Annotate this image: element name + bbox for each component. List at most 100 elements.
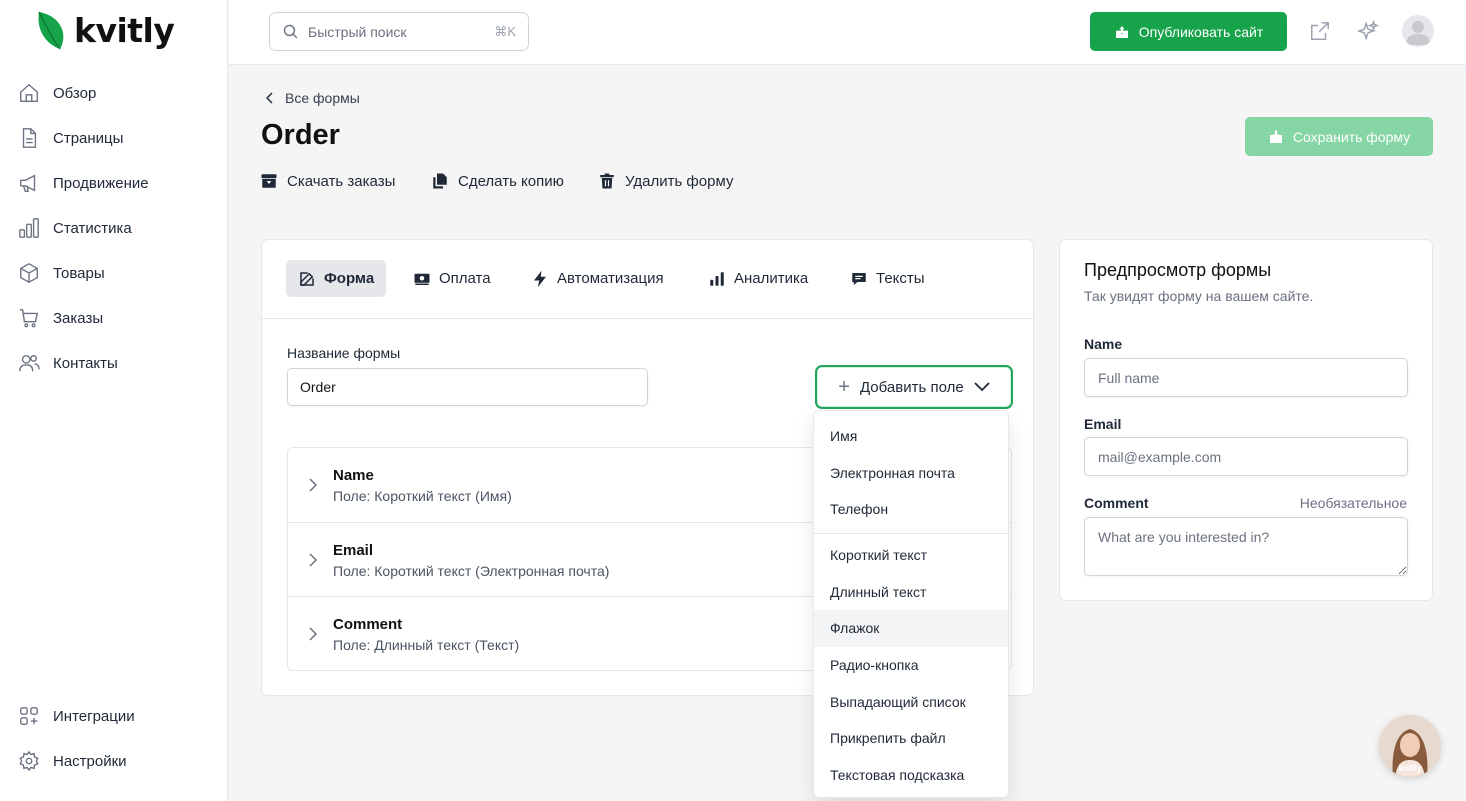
topbar: Быстрый поиск ⌘K Опубликовать сайт (229, 0, 1466, 65)
tab-form[interactable]: Форма (286, 260, 387, 297)
sidebar-item-overview[interactable]: Обзор (18, 81, 96, 105)
back-label: Все формы (285, 90, 360, 106)
sidebar-item-label: Настройки (53, 752, 127, 770)
page-title: Order (261, 119, 340, 151)
dropdown-item-long-text[interactable]: Длинный текст (814, 574, 1008, 611)
sidebar-item-orders[interactable]: Заказы (18, 306, 103, 330)
preview-name-input[interactable] (1084, 358, 1408, 397)
logo-text: kvitly (74, 10, 175, 50)
pencil-icon (298, 270, 316, 288)
archive-icon (260, 172, 278, 190)
preview-optional-label: Необязательное (1299, 495, 1407, 511)
publish-site-button[interactable]: Опубликовать сайт (1090, 12, 1287, 51)
sidebar-item-label: Страницы (53, 129, 124, 147)
copy-icon (431, 172, 449, 190)
add-field-button[interactable]: + Добавить поле (815, 365, 1013, 409)
field-name: Comment (333, 616, 403, 633)
sidebar-item-label: Заказы (53, 309, 104, 327)
chevron-left-icon (265, 92, 275, 104)
delete-form-button[interactable]: Удалить форму (598, 172, 733, 190)
sidebar-item-label: Статистика (53, 219, 132, 237)
dropdown-item-checkbox[interactable]: Флажок (814, 610, 1008, 647)
chevron-right-icon (308, 552, 320, 567)
delete-form-label: Удалить форму (625, 172, 734, 190)
save-label: Сохранить форму (1292, 128, 1411, 145)
chart-icon (708, 270, 726, 288)
preview-comment-label: Comment (1084, 495, 1149, 511)
dropdown-item-text-hint[interactable]: Текстовая подсказка (814, 757, 1008, 794)
sidebar-item-promotion[interactable]: Продвижение (18, 171, 149, 195)
preview-name-label: Name (1084, 336, 1123, 352)
sidebar-item-settings[interactable]: Настройки (18, 749, 127, 773)
add-field-label: Добавить поле (859, 378, 964, 396)
save-icon (1268, 129, 1284, 145)
field-name: Email (333, 541, 374, 559)
bar-chart-icon (18, 217, 40, 239)
dropdown-item-phone[interactable]: Телефон (814, 491, 1008, 528)
sparkles-icon[interactable] (1357, 20, 1379, 42)
field-type: Поле: Короткий текст (Электронная почта) (333, 562, 610, 579)
preview-email-input[interactable] (1084, 437, 1408, 476)
plus-icon: + (838, 376, 850, 398)
sidebar-item-products[interactable]: Товары (18, 261, 105, 285)
search-shortcut: ⌘K (494, 23, 516, 39)
sidebar-item-statistics[interactable]: Статистика (18, 216, 132, 240)
field-type: Поле: Длинный текст (Текст) (333, 637, 520, 653)
dropdown-item-radio[interactable]: Радио-кнопка (814, 647, 1008, 684)
search-input[interactable]: Быстрый поиск ⌘K (269, 12, 529, 51)
gear-icon (18, 750, 40, 772)
chevron-right-icon (308, 627, 320, 641)
leaf-logo-icon (36, 10, 66, 50)
save-form-button[interactable]: Сохранить форму (1245, 117, 1433, 156)
form-name-input[interactable] (287, 368, 648, 406)
dropdown-item-short-text[interactable]: Короткий текст (814, 537, 1008, 574)
dropdown-item-file[interactable]: Прикрепить файл (814, 720, 1008, 757)
field-type: Поле: Короткий текст (Имя) (333, 488, 512, 504)
sidebar-item-pages[interactable]: Страницы (18, 126, 123, 150)
integrations-icon (18, 705, 40, 727)
back-link[interactable]: Все формы (265, 90, 360, 106)
preview-comment-textarea[interactable] (1084, 517, 1408, 576)
dropdown-item-email[interactable]: Электронная почта (814, 455, 1008, 492)
box-icon (18, 262, 40, 284)
dropdown-item-name[interactable]: Имя (814, 418, 1008, 455)
search-placeholder: Быстрый поиск (308, 23, 407, 40)
trash-icon (598, 172, 616, 190)
duplicate-form-label: Сделать копию (458, 172, 564, 190)
document-icon (18, 127, 40, 149)
avatar[interactable] (1402, 15, 1434, 47)
sidebar-item-integrations[interactable]: Интеграции (18, 704, 135, 728)
preview-title: Предпросмотр формы (1084, 260, 1272, 280)
tab-label: Аналитика (734, 270, 809, 287)
tab-label: Форма (324, 270, 375, 287)
form-preview-card: Предпросмотр формы Так увидят форму на в… (1059, 239, 1433, 601)
megaphone-icon (18, 172, 40, 194)
sidebar-item-contacts[interactable]: Контакты (18, 351, 118, 375)
form-name-label: Название формы (287, 345, 401, 361)
tab-texts[interactable]: Тексты (838, 260, 937, 297)
cart-icon (18, 307, 40, 329)
tab-label: Тексты (876, 270, 925, 287)
sidebar-item-label: Продвижение (53, 174, 149, 192)
logo[interactable]: kvitly (36, 10, 175, 50)
tab-analytics[interactable]: Аналитика (696, 260, 820, 297)
duplicate-form-button[interactable]: Сделать копию (431, 172, 564, 190)
dropdown-item-select[interactable]: Выпадающий список (814, 684, 1008, 721)
home-icon (18, 82, 40, 104)
download-orders-button[interactable]: Скачать заказы (260, 172, 395, 190)
tab-automation[interactable]: Автоматизация (519, 260, 676, 297)
sidebar-item-label: Обзор (53, 84, 97, 102)
support-chat-button[interactable]: kvitly (1379, 715, 1441, 777)
chevron-right-icon (308, 478, 320, 492)
dropdown-divider (814, 533, 1008, 534)
tab-bar: Форма Оплата Автоматизация Аналитика Тек… (262, 240, 1033, 319)
publish-label: Опубликовать сайт (1138, 23, 1264, 40)
preview-subtitle: Так увидят форму на вашем сайте. (1084, 288, 1314, 304)
add-field-dropdown: Имя Электронная почта Телефон Короткий т… (813, 410, 1009, 798)
external-link-icon[interactable] (1309, 20, 1331, 42)
banknote-icon (413, 270, 431, 288)
tab-label: Автоматизация (557, 270, 664, 287)
chat-icon (850, 270, 868, 288)
preview-email-label: Email (1084, 416, 1122, 432)
tab-payment[interactable]: Оплата (401, 260, 503, 297)
